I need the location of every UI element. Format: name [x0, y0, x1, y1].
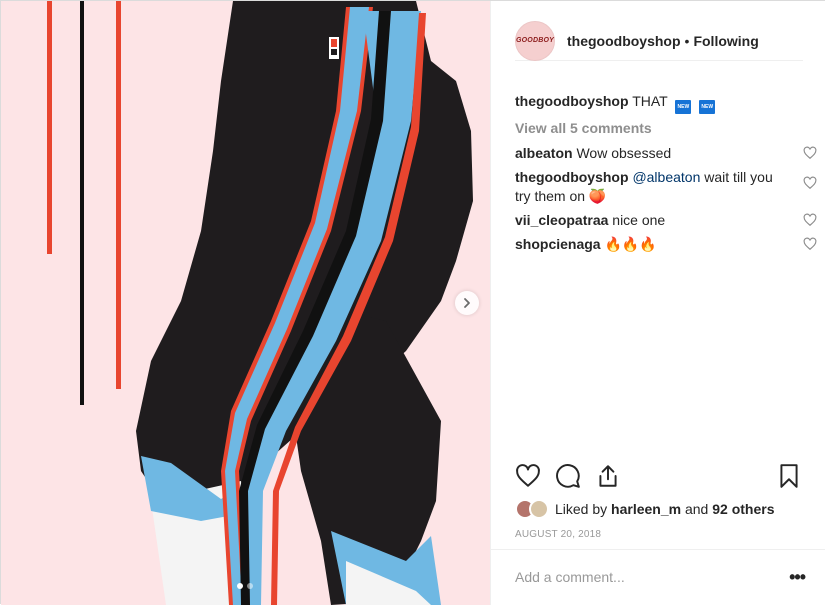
caption-username[interactable]: thegoodboyshop [515, 93, 629, 109]
comment-like-heart-icon[interactable] [803, 146, 817, 160]
view-all-comments-link[interactable]: View all 5 comments [515, 120, 805, 136]
comment-like-heart-icon[interactable] [803, 213, 817, 227]
profile-avatar[interactable]: GOODBOY [515, 20, 555, 61]
comment-icon[interactable] [555, 463, 581, 489]
comment-item: shopcienaga 🔥🔥🔥 [515, 235, 817, 254]
comment-item: albeaton Wow obsessed [515, 144, 817, 163]
comment-text: Wow obsessed [576, 145, 672, 161]
bookmark-icon[interactable] [776, 463, 802, 489]
post-date[interactable]: AUGUST 20, 2018 [515, 529, 601, 540]
comment-text: 🔥🔥🔥 [604, 236, 657, 252]
new-badge-emoji: NEW [699, 100, 716, 114]
likes-others-link[interactable]: 92 others [712, 501, 774, 517]
instagram-post: GOODBOY thegoodboyshop • Following thego… [0, 0, 825, 605]
leggings-photo [1, 1, 490, 605]
comment-mention-link[interactable]: @albeaton [632, 169, 700, 185]
comment-like-heart-icon[interactable] [803, 176, 817, 190]
heart-icon[interactable] [515, 463, 541, 489]
comments-section: thegoodboyshop THAT NEW NEW View all 5 c… [515, 91, 817, 259]
comment-item: vii_cleopatraa nice one [515, 211, 817, 230]
likes-prefix: Liked by [555, 501, 608, 517]
comment-username[interactable]: thegoodboyshop [515, 169, 629, 185]
comment-username[interactable]: vii_cleopatraa [515, 212, 608, 228]
post-actions [515, 463, 802, 493]
avatar-logo-text: GOODBOY [516, 37, 554, 44]
following-button[interactable]: Following [693, 33, 758, 49]
liker-avatar[interactable] [529, 499, 549, 519]
carousel-dot-active [237, 583, 243, 589]
post-image[interactable] [1, 1, 490, 605]
liker-username[interactable]: harleen_m [611, 501, 681, 517]
carousel-indicator [237, 583, 253, 589]
chevron-right-icon [464, 298, 470, 308]
post-sidebar: GOODBOY thegoodboyshop • Following thego… [490, 1, 825, 605]
header-separator: • [684, 32, 690, 49]
share-icon[interactable] [595, 463, 621, 489]
carousel-dot [247, 583, 253, 589]
post-header: GOODBOY thegoodboyshop • Following [491, 1, 825, 81]
caption-text: THAT [632, 93, 668, 109]
comment-text: nice one [612, 212, 666, 228]
comment-username[interactable]: albeaton [515, 145, 573, 161]
comment-item: thegoodboyshop @albeaton wait till you t… [515, 168, 817, 206]
header-username[interactable]: thegoodboyshop [567, 33, 681, 49]
carousel-next-button[interactable] [455, 291, 479, 315]
likes-summary: Liked by harleen_m and 92 others [515, 497, 774, 521]
new-badge-emoji: NEW [675, 100, 692, 114]
add-comment-bar: ••• [491, 549, 825, 605]
comment-input[interactable] [515, 564, 755, 590]
comment-like-heart-icon[interactable] [803, 237, 817, 251]
likes-text: Liked by harleen_m and 92 others [555, 501, 774, 517]
more-options-icon[interactable]: ••• [789, 568, 806, 586]
post-caption: thegoodboyshop THAT NEW NEW [515, 91, 805, 114]
likes-and: and [684, 501, 709, 517]
comment-username[interactable]: shopcienaga [515, 236, 601, 252]
